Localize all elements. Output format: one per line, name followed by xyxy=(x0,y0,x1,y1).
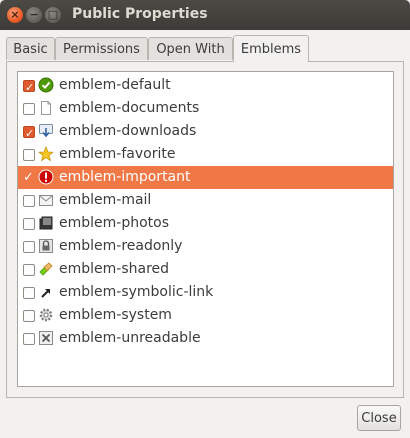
tab-permissions[interactable]: Permissions xyxy=(55,37,148,60)
list-item-emblem-readonly[interactable]: emblem-readonly xyxy=(18,235,393,258)
document-icon xyxy=(41,101,51,115)
item-label: emblem-readonly xyxy=(59,238,183,254)
list-item-emblem-system[interactable]: emblem-system xyxy=(18,304,393,327)
item-label: emblem-mail xyxy=(59,192,152,208)
gear-icon xyxy=(39,308,53,322)
tab-open-with[interactable]: Open With xyxy=(148,37,233,60)
item-label: emblem-favorite xyxy=(59,146,176,162)
item-label: emblem-default xyxy=(59,77,171,93)
list-item-emblem-shared[interactable]: emblem-shared xyxy=(18,258,393,281)
checkbox[interactable] xyxy=(23,241,35,253)
emblem-list[interactable]: ✓ emblem-default emblem-documents ✓ embl… xyxy=(17,71,394,387)
item-label: emblem-system xyxy=(59,307,172,323)
list-item-emblem-mail[interactable]: emblem-mail xyxy=(18,189,393,212)
download-icon xyxy=(39,124,53,138)
item-label: emblem-important xyxy=(59,169,191,185)
mail-icon xyxy=(39,195,53,206)
checkbox[interactable] xyxy=(23,149,35,161)
checkbox[interactable] xyxy=(23,287,35,299)
photos-icon xyxy=(39,216,53,230)
list-item-emblem-symbolic-link[interactable]: emblem-symbolic-link xyxy=(18,281,393,304)
shared-icon xyxy=(39,262,53,276)
item-label: emblem-symbolic-link xyxy=(59,284,214,300)
checkbox[interactable] xyxy=(23,103,35,115)
list-item-emblem-documents[interactable]: emblem-documents xyxy=(18,97,393,120)
checkbox[interactable] xyxy=(23,195,35,207)
list-item-emblem-unreadable[interactable]: emblem-unreadable xyxy=(18,327,393,350)
window-close-icon[interactable]: × xyxy=(7,7,23,23)
list-item-emblem-default[interactable]: ✓ emblem-default xyxy=(18,74,393,97)
unreadable-icon xyxy=(39,331,53,345)
item-label: emblem-unreadable xyxy=(59,330,201,346)
item-label: emblem-shared xyxy=(59,261,170,277)
window-title: Public Properties xyxy=(72,6,208,22)
tab-basic[interactable]: Basic xyxy=(6,37,55,60)
item-label: emblem-downloads xyxy=(59,123,197,139)
list-item-emblem-downloads[interactable]: ✓ emblem-downloads xyxy=(18,120,393,143)
arrow-link-icon xyxy=(41,289,50,298)
close-button[interactable]: Close xyxy=(357,405,401,431)
checkbox[interactable]: ✓ xyxy=(23,126,35,140)
checkbox[interactable]: ✓ xyxy=(23,170,34,185)
tab-emblems[interactable]: Emblems xyxy=(233,35,309,62)
checkbox[interactable] xyxy=(23,218,35,230)
checkbox[interactable] xyxy=(23,264,35,276)
check-circle-icon xyxy=(38,77,54,93)
list-item-emblem-photos[interactable]: emblem-photos xyxy=(18,212,393,235)
window-minimize-icon[interactable]: − xyxy=(26,7,42,23)
list-item-emblem-favorite[interactable]: emblem-favorite xyxy=(18,143,393,166)
item-label: emblem-photos xyxy=(59,215,170,231)
item-label: emblem-documents xyxy=(59,100,200,116)
checkbox[interactable]: ✓ xyxy=(23,80,35,94)
list-item-emblem-important[interactable]: ✓ emblem-important xyxy=(18,166,393,189)
checkbox[interactable] xyxy=(23,310,35,322)
lock-icon xyxy=(39,239,53,253)
window-maximize-icon[interactable]: □ xyxy=(45,7,61,23)
titlebar[interactable]: × − □ Public Properties xyxy=(0,0,410,30)
dialog-window: × − □ Public Properties Basic Permission… xyxy=(0,0,410,438)
star-icon xyxy=(38,146,54,162)
exclamation-icon xyxy=(38,169,54,185)
checkbox[interactable] xyxy=(23,333,35,345)
